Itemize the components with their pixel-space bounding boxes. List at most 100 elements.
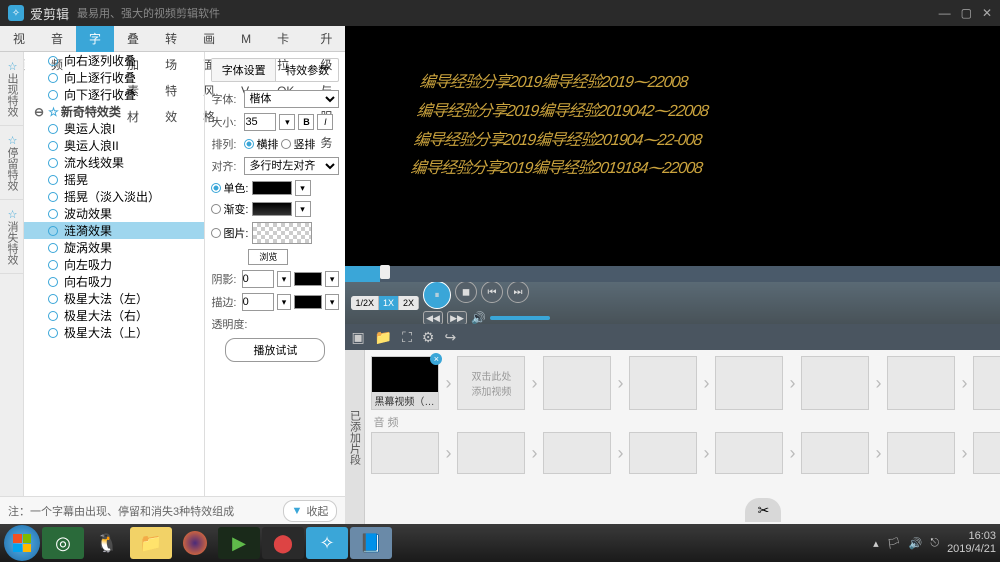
side-tab-stay[interactable]: ☆停留特效 <box>0 126 24 200</box>
collapse-button[interactable]: ▼收起 <box>283 500 338 522</box>
clips-side-label: 已添加片段 <box>345 350 365 524</box>
settings-tab-params[interactable]: 特效参数 <box>276 59 339 81</box>
try-play-button[interactable]: 播放试试 <box>225 338 325 362</box>
rewind-button[interactable]: ◀◀ <box>423 311 443 325</box>
italic-button[interactable]: I <box>317 114 333 130</box>
gradient-swatch[interactable] <box>252 202 292 216</box>
taskbar-firefox-icon[interactable] <box>174 527 216 559</box>
font-select[interactable]: 楷体 <box>244 90 339 108</box>
minimize-icon[interactable]: — <box>939 6 951 20</box>
clip-slot[interactable] <box>973 356 1000 410</box>
settings-tab-font[interactable]: 字体设置 <box>212 59 276 81</box>
main-tabs: 视 频 音 频 字幕特效 叠加素材 转场特效 画面风格 M T V 卡拉OK 升… <box>0 26 345 52</box>
tab-karaoke[interactable]: 卡拉OK <box>264 26 307 52</box>
effect-item[interactable]: 奥运人浪I <box>24 120 204 137</box>
speed-half[interactable]: 1/2X <box>351 296 379 310</box>
tab-style[interactable]: 画面风格 <box>190 26 228 52</box>
clip-slot[interactable] <box>543 356 611 410</box>
stroke-input[interactable] <box>242 293 274 311</box>
fullscreen-icon[interactable]: ⛶ <box>402 329 412 346</box>
stop-button[interactable]: ◼ <box>455 281 477 303</box>
effect-item[interactable]: 流水线效果 <box>24 154 204 171</box>
snapshot-icon[interactable]: ▣ <box>351 329 364 346</box>
tab-upgrade[interactable]: 升级与服务 <box>307 26 345 52</box>
add-clip-hint[interactable]: 双击此处添加视频 <box>457 356 525 410</box>
taskbar-app-icon[interactable]: ◎ <box>42 527 84 559</box>
effect-item[interactable]: 摇晃 <box>24 171 204 188</box>
effect-item[interactable]: 奥运人浪II <box>24 137 204 154</box>
dropdown-icon[interactable]: ▾ <box>295 180 311 196</box>
tray-volume-icon[interactable]: 🔊 <box>909 537 923 550</box>
tab-subtitle-fx[interactable]: 字幕特效 <box>76 26 114 52</box>
effect-item[interactable]: 向左吸力 <box>24 256 204 273</box>
align-select[interactable]: 多行时左对齐 <box>244 157 339 175</box>
taskbar-explorer-icon[interactable]: 📁 <box>130 527 172 559</box>
effect-item[interactable]: 向下逐行收叠 <box>24 86 204 103</box>
clip-remove-icon[interactable]: × <box>430 353 442 365</box>
taskbar-app-icon[interactable]: 🐧 <box>86 527 128 559</box>
shadow-input[interactable] <box>242 270 274 288</box>
tab-mtv[interactable]: M T V <box>228 26 264 52</box>
speed-2x[interactable]: 2X <box>399 296 419 310</box>
clip-slot[interactable] <box>887 356 955 410</box>
effect-item[interactable]: 向上逐行收叠 <box>24 69 204 86</box>
effect-item[interactable]: 极星大法（左） <box>24 290 204 307</box>
effect-item[interactable]: 极星大法（上） <box>24 324 204 341</box>
effect-item[interactable]: 向右吸力 <box>24 273 204 290</box>
taskbar-record-icon[interactable]: ⬤ <box>262 527 304 559</box>
tab-transition[interactable]: 转场特效 <box>152 26 190 52</box>
clip-slot[interactable] <box>715 356 783 410</box>
tray-network-icon[interactable]: ⎋ <box>930 537 939 550</box>
app-slogan: 最易用、强大的视频剪辑软件 <box>77 5 220 21</box>
volume-icon[interactable]: 🔊 <box>471 311 486 325</box>
progress-bar[interactable] <box>345 266 1000 282</box>
speed-1x[interactable]: 1X <box>379 296 399 310</box>
bold-button[interactable]: B <box>298 114 314 130</box>
clip-slot[interactable] <box>629 356 697 410</box>
tab-audio[interactable]: 音 频 <box>38 26 76 52</box>
settings-panel: 字体设置 特效参数 字体:楷体 大小:▾BI 排列:横排竖排 对齐:多行时左对齐… <box>205 52 345 496</box>
audio-slot[interactable] <box>371 432 439 474</box>
browse-button[interactable]: 浏览 <box>248 249 288 265</box>
prev-frame-button[interactable]: ⏮ <box>481 281 503 303</box>
side-tab-disappear[interactable]: ☆消失特效 <box>0 200 24 274</box>
tray-flag-icon[interactable]: 🏳 <box>887 537 901 550</box>
taskbar-ijianji-icon[interactable]: ✧ <box>306 527 348 559</box>
tab-video[interactable]: 视 频 <box>0 26 38 52</box>
effect-category[interactable]: ⊖☆新奇特效类 <box>24 103 204 120</box>
clip-slot[interactable] <box>801 356 869 410</box>
next-frame-button[interactable]: ⏭ <box>507 281 529 303</box>
effect-item[interactable]: 旋涡效果 <box>24 239 204 256</box>
system-clock[interactable]: 16:032019/4/21 <box>947 530 996 556</box>
forward-button[interactable]: ▶▶ <box>447 311 467 325</box>
app-logo: ✧ <box>8 5 24 21</box>
share-icon[interactable]: ↪ <box>444 329 456 346</box>
clip-thumb[interactable]: × 黑幕视频（1... <box>371 356 439 410</box>
start-button[interactable] <box>4 525 40 561</box>
preview-overlay-text: 编导经验分享2019编导经验2019⁓22008 编导经验分享2019编导经验2… <box>409 69 1000 184</box>
folder-icon[interactable]: 📁 <box>375 329 392 346</box>
taskbar-app-icon[interactable]: ▶ <box>218 527 260 559</box>
effect-item[interactable]: 摇晃（淡入淡出） <box>24 188 204 205</box>
effect-item[interactable]: 向右逐列收叠 <box>24 52 204 69</box>
effect-item[interactable]: 波动效果 <box>24 205 204 222</box>
title-bar: ✧ 爱剪辑 最易用、强大的视频剪辑软件 — ▢ ✕ <box>0 0 1000 26</box>
side-tab-appear[interactable]: ☆出现特效 <box>0 52 24 126</box>
spinner-icon[interactable]: ▾ <box>279 114 295 130</box>
tray-expand-icon[interactable]: ▴ <box>873 537 879 550</box>
cut-button[interactable]: ✂ <box>745 498 781 522</box>
windows-taskbar: ◎ 🐧 📁 ▶ ⬤ ✧ 📘 ▴ 🏳 🔊 ⎋ 16:032019/4/21 <box>0 524 1000 562</box>
color-swatch[interactable] <box>252 181 292 195</box>
effect-item[interactable]: 涟漪效果 <box>24 222 204 239</box>
volume-slider[interactable] <box>490 316 550 320</box>
effect-list[interactable]: 向右逐列收叠 向上逐行收叠 向下逐行收叠 ⊖☆新奇特效类 奥运人浪I 奥运人浪I… <box>24 52 205 496</box>
close-icon[interactable]: ✕ <box>982 6 992 20</box>
effect-item[interactable]: 极星大法（右） <box>24 307 204 324</box>
video-preview: 编导经验分享2019编导经验2019⁓22008 编导经验分享2019编导经验2… <box>345 26 1000 266</box>
taskbar-app-icon[interactable]: 📘 <box>350 527 392 559</box>
tab-overlay[interactable]: 叠加素材 <box>114 26 152 52</box>
settings-icon[interactable]: ⚙ <box>422 329 435 346</box>
maximize-icon[interactable]: ▢ <box>961 6 972 20</box>
size-input[interactable] <box>244 113 276 131</box>
play-pause-button[interactable]: ⏸ <box>423 281 451 309</box>
